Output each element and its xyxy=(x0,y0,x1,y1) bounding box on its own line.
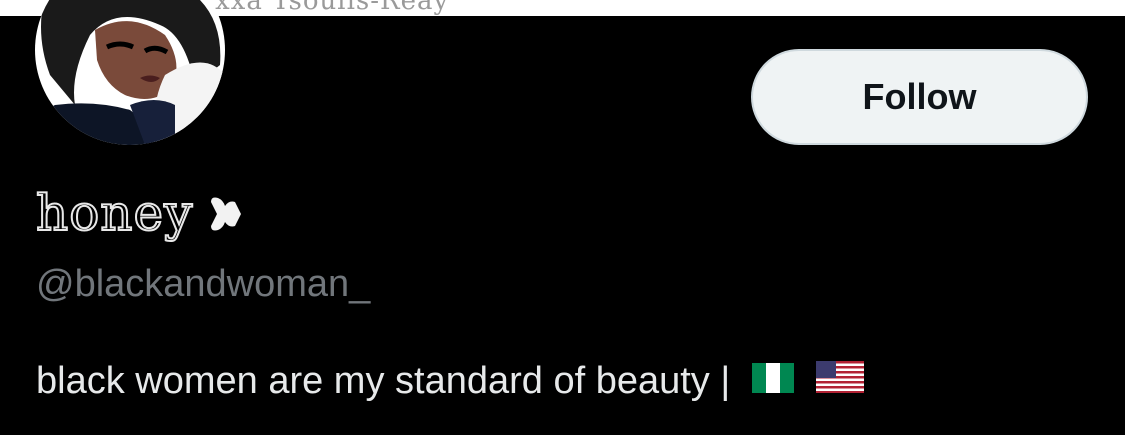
display-name-text: honey xyxy=(35,183,194,243)
avatar-illustration xyxy=(35,0,225,145)
follow-button[interactable]: Follow xyxy=(751,49,1088,145)
username: @blackandwoman_ xyxy=(36,263,371,305)
avatar[interactable] xyxy=(35,0,225,145)
bio-text: black women are my standard of beauty | xyxy=(36,360,731,402)
display-name: honey xyxy=(35,180,245,246)
bio: black women are my standard of beauty | xyxy=(36,360,865,403)
usa-flag-icon xyxy=(816,360,865,403)
banner-caption: xxa Tsoulis-Reay xyxy=(215,0,450,16)
follow-button-label: Follow xyxy=(862,76,977,117)
heart-arrow-icon xyxy=(205,194,245,239)
nigeria-flag-icon xyxy=(752,360,795,403)
